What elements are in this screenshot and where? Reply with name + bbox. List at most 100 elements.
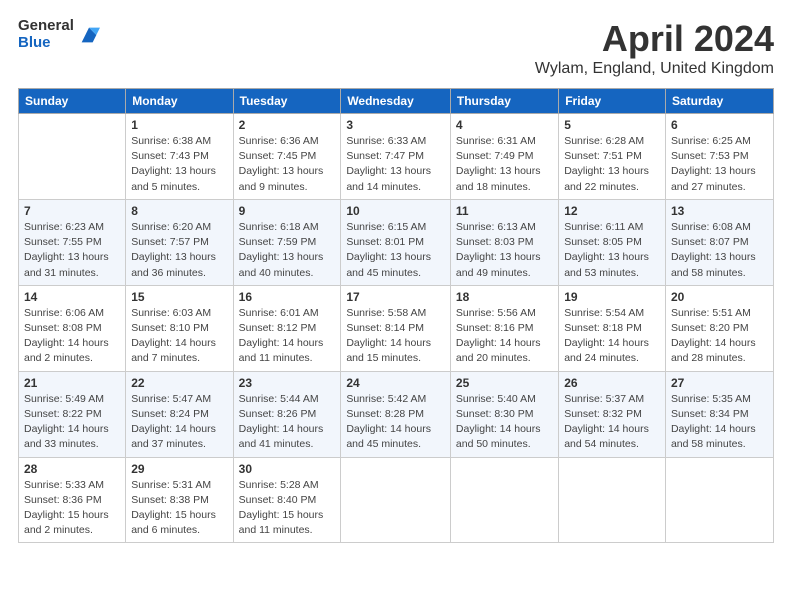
day-cell bbox=[665, 457, 773, 543]
day-info: Sunrise: 6:23 AMSunset: 7:55 PMDaylight:… bbox=[24, 220, 120, 281]
day-cell: 21 Sunrise: 5:49 AMSunset: 8:22 PMDayligh… bbox=[19, 371, 126, 457]
day-info: Sunrise: 6:33 AMSunset: 7:47 PMDaylight:… bbox=[346, 134, 445, 195]
day-cell: 11 Sunrise: 6:13 AMSunset: 8:03 PMDayligh… bbox=[450, 199, 558, 285]
day-info: Sunrise: 5:35 AMSunset: 8:34 PMDaylight:… bbox=[671, 392, 768, 453]
day-cell: 16Sunrise: 6:01 AMSunset: 8:12 PMDayligh… bbox=[233, 285, 341, 371]
day-number: 15 bbox=[131, 290, 227, 304]
day-info: Sunrise: 6:31 AMSunset: 7:49 PMDaylight:… bbox=[456, 134, 553, 195]
day-cell: 25 Sunrise: 5:40 AMSunset: 8:30 PMDayligh… bbox=[450, 371, 558, 457]
day-number: 29 bbox=[131, 462, 227, 476]
day-cell: 13 Sunrise: 6:08 AMSunset: 8:07 PMDayligh… bbox=[665, 199, 773, 285]
day-info: Sunrise: 6:18 AMSunset: 7:59 PMDaylight:… bbox=[239, 220, 336, 281]
day-number: 26 bbox=[564, 376, 660, 390]
day-cell: 14Sunrise: 6:06 AMSunset: 8:08 PMDayligh… bbox=[19, 285, 126, 371]
day-number: 20 bbox=[671, 290, 768, 304]
sub-title: Wylam, England, United Kingdom bbox=[535, 60, 774, 78]
day-info: Sunrise: 5:54 AMSunset: 8:18 PMDaylight:… bbox=[564, 306, 660, 367]
day-info: Sunrise: 6:36 AMSunset: 7:45 PMDaylight:… bbox=[239, 134, 336, 195]
header-cell-monday: Monday bbox=[126, 89, 233, 114]
day-info: Sunrise: 6:38 AMSunset: 7:43 PMDaylight:… bbox=[131, 134, 227, 195]
day-number: 25 bbox=[456, 376, 553, 390]
day-number: 1 bbox=[131, 118, 227, 132]
day-cell: 17 Sunrise: 5:58 AMSunset: 8:14 PMDayligh… bbox=[341, 285, 451, 371]
day-cell: 28Sunrise: 5:33 AMSunset: 8:36 PMDayligh… bbox=[19, 457, 126, 543]
day-number: 7 bbox=[24, 204, 120, 218]
day-cell: 18 Sunrise: 5:56 AMSunset: 8:16 PMDayligh… bbox=[450, 285, 558, 371]
week-row-3: 14Sunrise: 6:06 AMSunset: 8:08 PMDayligh… bbox=[19, 285, 774, 371]
day-cell: 4 Sunrise: 6:31 AMSunset: 7:49 PMDaylight… bbox=[450, 114, 558, 200]
logo-icon bbox=[78, 24, 100, 46]
day-cell: 10 Sunrise: 6:15 AMSunset: 8:01 PMDayligh… bbox=[341, 199, 451, 285]
day-number: 10 bbox=[346, 204, 445, 218]
day-info: Sunrise: 5:40 AMSunset: 8:30 PMDaylight:… bbox=[456, 392, 553, 453]
day-info: Sunrise: 5:58 AMSunset: 8:14 PMDaylight:… bbox=[346, 306, 445, 367]
day-cell: 8 Sunrise: 6:20 AMSunset: 7:57 PMDaylight… bbox=[126, 199, 233, 285]
day-number: 19 bbox=[564, 290, 660, 304]
day-info: Sunrise: 6:25 AMSunset: 7:53 PMDaylight:… bbox=[671, 134, 768, 195]
day-info: Sunrise: 5:47 AMSunset: 8:24 PMDaylight:… bbox=[131, 392, 227, 453]
day-number: 5 bbox=[564, 118, 660, 132]
day-number: 27 bbox=[671, 376, 768, 390]
day-info: Sunrise: 5:31 AMSunset: 8:38 PMDaylight:… bbox=[131, 478, 227, 539]
day-number: 17 bbox=[346, 290, 445, 304]
day-number: 6 bbox=[671, 118, 768, 132]
day-number: 18 bbox=[456, 290, 553, 304]
day-number: 2 bbox=[239, 118, 336, 132]
header-cell-wednesday: Wednesday bbox=[341, 89, 451, 114]
day-cell: 2 Sunrise: 6:36 AMSunset: 7:45 PMDaylight… bbox=[233, 114, 341, 200]
day-cell: 29 Sunrise: 5:31 AMSunset: 8:38 PMDayligh… bbox=[126, 457, 233, 543]
day-info: Sunrise: 5:37 AMSunset: 8:32 PMDaylight:… bbox=[564, 392, 660, 453]
logo-text: General Blue bbox=[18, 18, 74, 51]
day-number: 21 bbox=[24, 376, 120, 390]
day-cell: 1 Sunrise: 6:38 AMSunset: 7:43 PMDaylight… bbox=[126, 114, 233, 200]
day-cell bbox=[559, 457, 666, 543]
day-number: 24 bbox=[346, 376, 445, 390]
day-number: 8 bbox=[131, 204, 227, 218]
day-info: Sunrise: 6:20 AMSunset: 7:57 PMDaylight:… bbox=[131, 220, 227, 281]
day-cell: 22 Sunrise: 5:47 AMSunset: 8:24 PMDayligh… bbox=[126, 371, 233, 457]
day-number: 22 bbox=[131, 376, 227, 390]
day-info: Sunrise: 5:49 AMSunset: 8:22 PMDaylight:… bbox=[24, 392, 120, 453]
day-info: Sunrise: 6:15 AMSunset: 8:01 PMDaylight:… bbox=[346, 220, 445, 281]
day-cell bbox=[341, 457, 451, 543]
calendar-table: SundayMondayTuesdayWednesdayThursdayFrid… bbox=[18, 88, 774, 543]
day-info: Sunrise: 5:51 AMSunset: 8:20 PMDaylight:… bbox=[671, 306, 768, 367]
day-number: 3 bbox=[346, 118, 445, 132]
day-cell: 12Sunrise: 6:11 AMSunset: 8:05 PMDayligh… bbox=[559, 199, 666, 285]
day-number: 14 bbox=[24, 290, 120, 304]
day-info: Sunrise: 5:44 AMSunset: 8:26 PMDaylight:… bbox=[239, 392, 336, 453]
logo-general: General bbox=[18, 18, 74, 35]
day-info: Sunrise: 5:28 AMSunset: 8:40 PMDaylight:… bbox=[239, 478, 336, 539]
day-cell: 26 Sunrise: 5:37 AMSunset: 8:32 PMDayligh… bbox=[559, 371, 666, 457]
header-cell-saturday: Saturday bbox=[665, 89, 773, 114]
header-cell-thursday: Thursday bbox=[450, 89, 558, 114]
day-cell bbox=[19, 114, 126, 200]
day-number: 30 bbox=[239, 462, 336, 476]
day-info: Sunrise: 6:03 AMSunset: 8:10 PMDaylight:… bbox=[131, 306, 227, 367]
title-block: April 2024 Wylam, England, United Kingdo… bbox=[535, 18, 774, 78]
day-cell: 5Sunrise: 6:28 AMSunset: 7:51 PMDaylight… bbox=[559, 114, 666, 200]
day-cell: 24 Sunrise: 5:42 AMSunset: 8:28 PMDayligh… bbox=[341, 371, 451, 457]
header-cell-friday: Friday bbox=[559, 89, 666, 114]
day-number: 4 bbox=[456, 118, 553, 132]
week-row-2: 7 Sunrise: 6:23 AMSunset: 7:55 PMDaylight… bbox=[19, 199, 774, 285]
header: General Blue April 2024 Wylam, England, … bbox=[18, 18, 774, 78]
day-cell: 3 Sunrise: 6:33 AMSunset: 7:47 PMDaylight… bbox=[341, 114, 451, 200]
day-number: 28 bbox=[24, 462, 120, 476]
header-cell-sunday: Sunday bbox=[19, 89, 126, 114]
week-row-5: 28Sunrise: 5:33 AMSunset: 8:36 PMDayligh… bbox=[19, 457, 774, 543]
day-number: 11 bbox=[456, 204, 553, 218]
main-title: April 2024 bbox=[535, 18, 774, 60]
day-info: Sunrise: 6:08 AMSunset: 8:07 PMDaylight:… bbox=[671, 220, 768, 281]
day-info: Sunrise: 5:42 AMSunset: 8:28 PMDaylight:… bbox=[346, 392, 445, 453]
day-cell: 30 Sunrise: 5:28 AMSunset: 8:40 PMDayligh… bbox=[233, 457, 341, 543]
day-info: Sunrise: 6:11 AMSunset: 8:05 PMDaylight:… bbox=[564, 220, 660, 281]
day-number: 9 bbox=[239, 204, 336, 218]
day-number: 13 bbox=[671, 204, 768, 218]
day-info: Sunrise: 5:56 AMSunset: 8:16 PMDaylight:… bbox=[456, 306, 553, 367]
day-cell: 15 Sunrise: 6:03 AMSunset: 8:10 PMDayligh… bbox=[126, 285, 233, 371]
day-number: 16 bbox=[239, 290, 336, 304]
day-info: Sunrise: 6:13 AMSunset: 8:03 PMDaylight:… bbox=[456, 220, 553, 281]
header-cell-tuesday: Tuesday bbox=[233, 89, 341, 114]
day-cell: 7 Sunrise: 6:23 AMSunset: 7:55 PMDaylight… bbox=[19, 199, 126, 285]
